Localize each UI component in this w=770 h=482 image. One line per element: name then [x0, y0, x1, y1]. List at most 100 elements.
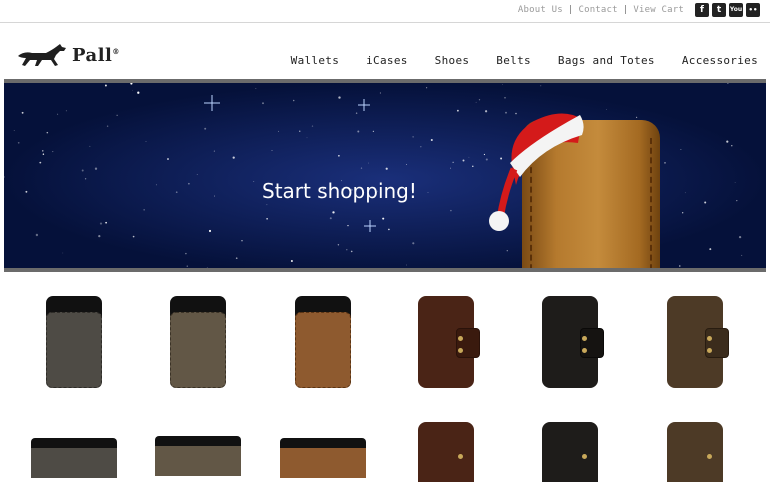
star: [266, 218, 268, 220]
horse-logo-icon: [18, 44, 66, 66]
social-links: f t You ••: [695, 3, 760, 17]
star: [346, 249, 348, 251]
star: [736, 200, 738, 202]
star: [116, 114, 118, 116]
star: [355, 112, 358, 114]
star: [84, 178, 87, 180]
star: [379, 92, 381, 94]
star: [504, 97, 506, 99]
star: [6, 271, 8, 272]
nav-accessories[interactable]: Accessories: [682, 54, 758, 67]
hero-banner[interactable]: Start shopping!: [4, 79, 766, 272]
star: [367, 162, 369, 164]
star: [89, 145, 91, 147]
star: [679, 265, 681, 267]
product-tile-12[interactable]: [667, 422, 723, 482]
nav-belts[interactable]: Belts: [496, 54, 531, 67]
product-tile-4[interactable]: [418, 296, 480, 388]
star: [704, 201, 707, 204]
nav-icases[interactable]: iCases: [366, 54, 408, 67]
twitter-icon[interactable]: t: [712, 3, 726, 17]
star: [338, 155, 340, 157]
star: [299, 130, 301, 132]
star: [255, 87, 257, 89]
star: [132, 89, 133, 91]
star: [277, 130, 280, 132]
star: [104, 84, 107, 87]
star: [741, 254, 743, 256]
star: [106, 125, 109, 127]
santa-hat: [489, 113, 584, 231]
star: [306, 137, 308, 139]
contact-link[interactable]: Contact: [578, 5, 617, 15]
product-tile-10[interactable]: [418, 422, 474, 482]
brand-logo[interactable]: Pall®: [16, 42, 120, 68]
star: [290, 260, 293, 262]
star: [213, 150, 215, 152]
star: [347, 225, 349, 227]
product-image-1: [46, 312, 102, 388]
product-tile-2[interactable]: [170, 296, 226, 388]
star: [52, 151, 54, 153]
star: [734, 181, 736, 183]
star: [39, 161, 42, 164]
star: [664, 162, 666, 164]
star: [262, 102, 264, 105]
nav-bags-and-totes[interactable]: Bags and Totes: [558, 54, 655, 67]
product-tile-3[interactable]: [295, 296, 351, 388]
top-utility-bar: About Us | Contact | View Cart f t You ••: [0, 0, 770, 23]
banner-headline[interactable]: Start shopping!: [262, 179, 417, 203]
star: [98, 234, 101, 238]
nav-shoes[interactable]: Shoes: [435, 54, 470, 67]
product-tile-9[interactable]: [280, 438, 366, 478]
star: [57, 113, 59, 115]
star: [475, 101, 477, 103]
flickr-icon[interactable]: ••: [746, 3, 760, 17]
star: [385, 167, 388, 170]
star: [726, 140, 729, 143]
star: [204, 127, 207, 130]
youtube-icon[interactable]: You: [729, 3, 743, 17]
star: [35, 233, 39, 237]
star: [462, 159, 465, 162]
product-tile-5[interactable]: [542, 296, 604, 388]
star: [427, 192, 429, 193]
star: [357, 130, 360, 133]
star: [13, 129, 15, 131]
star: [682, 212, 684, 214]
star: [145, 141, 147, 143]
star: [372, 130, 375, 133]
product-tile-1[interactable]: [46, 296, 102, 388]
product-tile-7[interactable]: [31, 438, 117, 478]
product-grid: [0, 282, 770, 482]
star: [62, 252, 64, 254]
star: [338, 96, 341, 99]
star: [21, 111, 24, 114]
utility-links: About Us | Contact | View Cart: [517, 5, 684, 15]
star: [206, 267, 208, 268]
star: [208, 229, 212, 233]
nav-wallets[interactable]: Wallets: [291, 54, 339, 67]
star: [105, 221, 107, 224]
star: [360, 167, 363, 169]
star: [406, 264, 407, 266]
view-cart-link[interactable]: View Cart: [633, 5, 684, 15]
star: [472, 165, 474, 168]
star: [506, 250, 508, 252]
product-tile-8[interactable]: [155, 436, 241, 476]
product-tile-11[interactable]: [542, 422, 598, 482]
star: [540, 85, 542, 87]
star: [65, 110, 67, 112]
star: [332, 211, 335, 214]
star: [137, 91, 140, 94]
star: [186, 265, 188, 267]
star: [635, 116, 638, 119]
star: [271, 150, 273, 151]
product-tile-6[interactable]: [667, 296, 729, 388]
star: [311, 125, 314, 127]
facebook-icon[interactable]: f: [695, 3, 709, 17]
star: [452, 161, 454, 163]
star: [94, 167, 98, 170]
about-us-link[interactable]: About Us: [518, 5, 563, 15]
star: [188, 182, 190, 185]
